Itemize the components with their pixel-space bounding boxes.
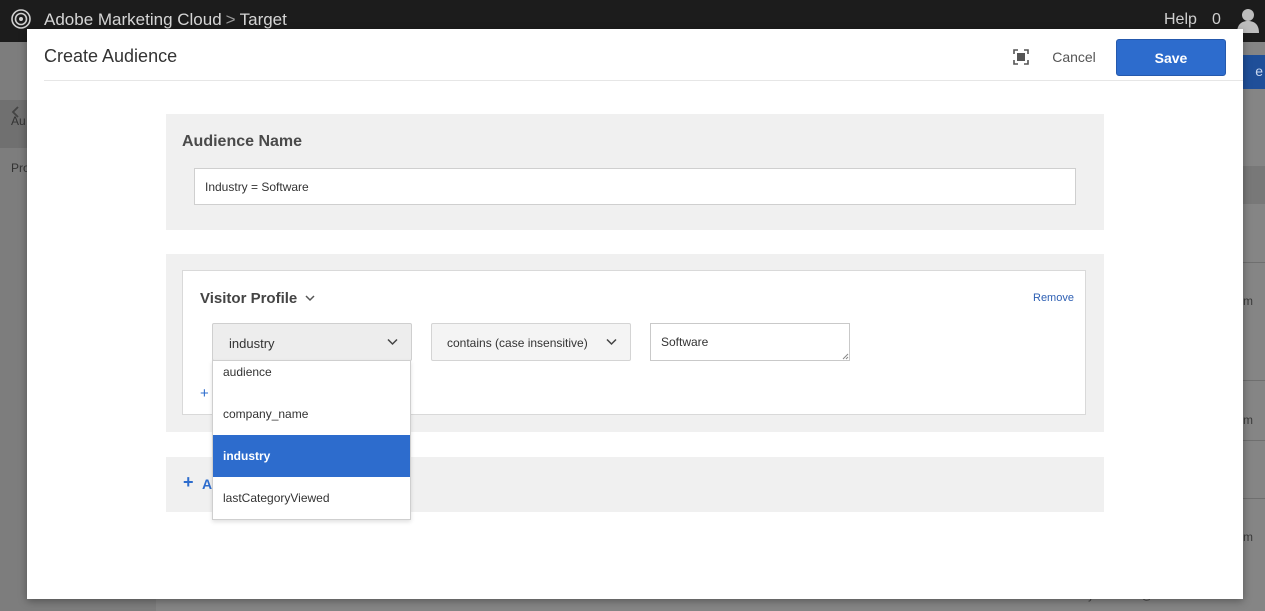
adobe-cloud-logo-icon[interactable] xyxy=(11,9,31,29)
cancel-button[interactable]: Cancel xyxy=(1047,45,1101,69)
dropdown-option-last-category-viewed[interactable]: lastCategoryViewed xyxy=(213,477,410,519)
chevron-down-icon xyxy=(606,338,617,346)
chevron-down-icon[interactable] xyxy=(305,295,315,302)
background-row-text: m xyxy=(1243,530,1253,544)
operator-select-value: contains (case insensitive) xyxy=(447,336,588,350)
modal-title: Create Audience xyxy=(44,46,178,66)
audience-name-input[interactable] xyxy=(194,168,1076,205)
background-row-divider xyxy=(1243,380,1265,381)
resize-handle-icon[interactable] xyxy=(842,353,849,360)
rule-value-input[interactable] xyxy=(650,323,850,361)
audience-name-panel: Audience Name xyxy=(166,114,1104,230)
background-row-divider xyxy=(1243,262,1265,263)
attribute-dropdown-list: audience company_name industry lastCateg… xyxy=(212,360,411,520)
background-row-divider xyxy=(1243,498,1265,499)
modal-header-divider xyxy=(44,80,1243,81)
attribute-select[interactable]: industry xyxy=(212,323,412,361)
dropdown-option-company-name[interactable]: company_name xyxy=(213,393,410,435)
background-table-header xyxy=(1243,166,1265,204)
chevron-down-icon xyxy=(387,338,398,346)
notification-count[interactable]: 0 xyxy=(1212,11,1221,29)
remove-rule-link[interactable]: Remove xyxy=(1033,292,1074,304)
dropdown-option-industry[interactable]: industry xyxy=(213,435,410,477)
create-audience-modal: Create Audience Cancel Save Audience Nam… xyxy=(27,29,1243,599)
background-sidebar-item: Au xyxy=(11,114,26,128)
add-rule-label[interactable]: A xyxy=(202,476,212,492)
rule-category-title[interactable]: Visitor Profile xyxy=(200,290,297,307)
product-link[interactable]: Target xyxy=(240,10,287,29)
breadcrumb: Adobe Marketing Cloud > Target xyxy=(44,10,287,30)
attribute-select-value: industry xyxy=(229,336,275,351)
background-row-text: m xyxy=(1243,413,1253,427)
brand-link[interactable]: Adobe Marketing Cloud xyxy=(44,10,222,29)
help-link[interactable]: Help xyxy=(1164,11,1197,29)
fullscreen-icon[interactable] xyxy=(1013,49,1029,65)
background-save-button: e xyxy=(1243,55,1265,89)
background-row-divider xyxy=(1243,440,1265,441)
dropdown-option-audience[interactable]: audience xyxy=(213,361,410,393)
breadcrumb-separator: > xyxy=(225,10,236,29)
add-plus-icon[interactable]: + xyxy=(183,472,194,493)
save-button[interactable]: Save xyxy=(1116,39,1226,76)
audience-name-label: Audience Name xyxy=(182,133,303,150)
add-rule-plus-icon[interactable]: + xyxy=(200,385,209,402)
operator-select[interactable]: contains (case insensitive) xyxy=(431,323,631,361)
background-row-text: m xyxy=(1243,294,1253,308)
